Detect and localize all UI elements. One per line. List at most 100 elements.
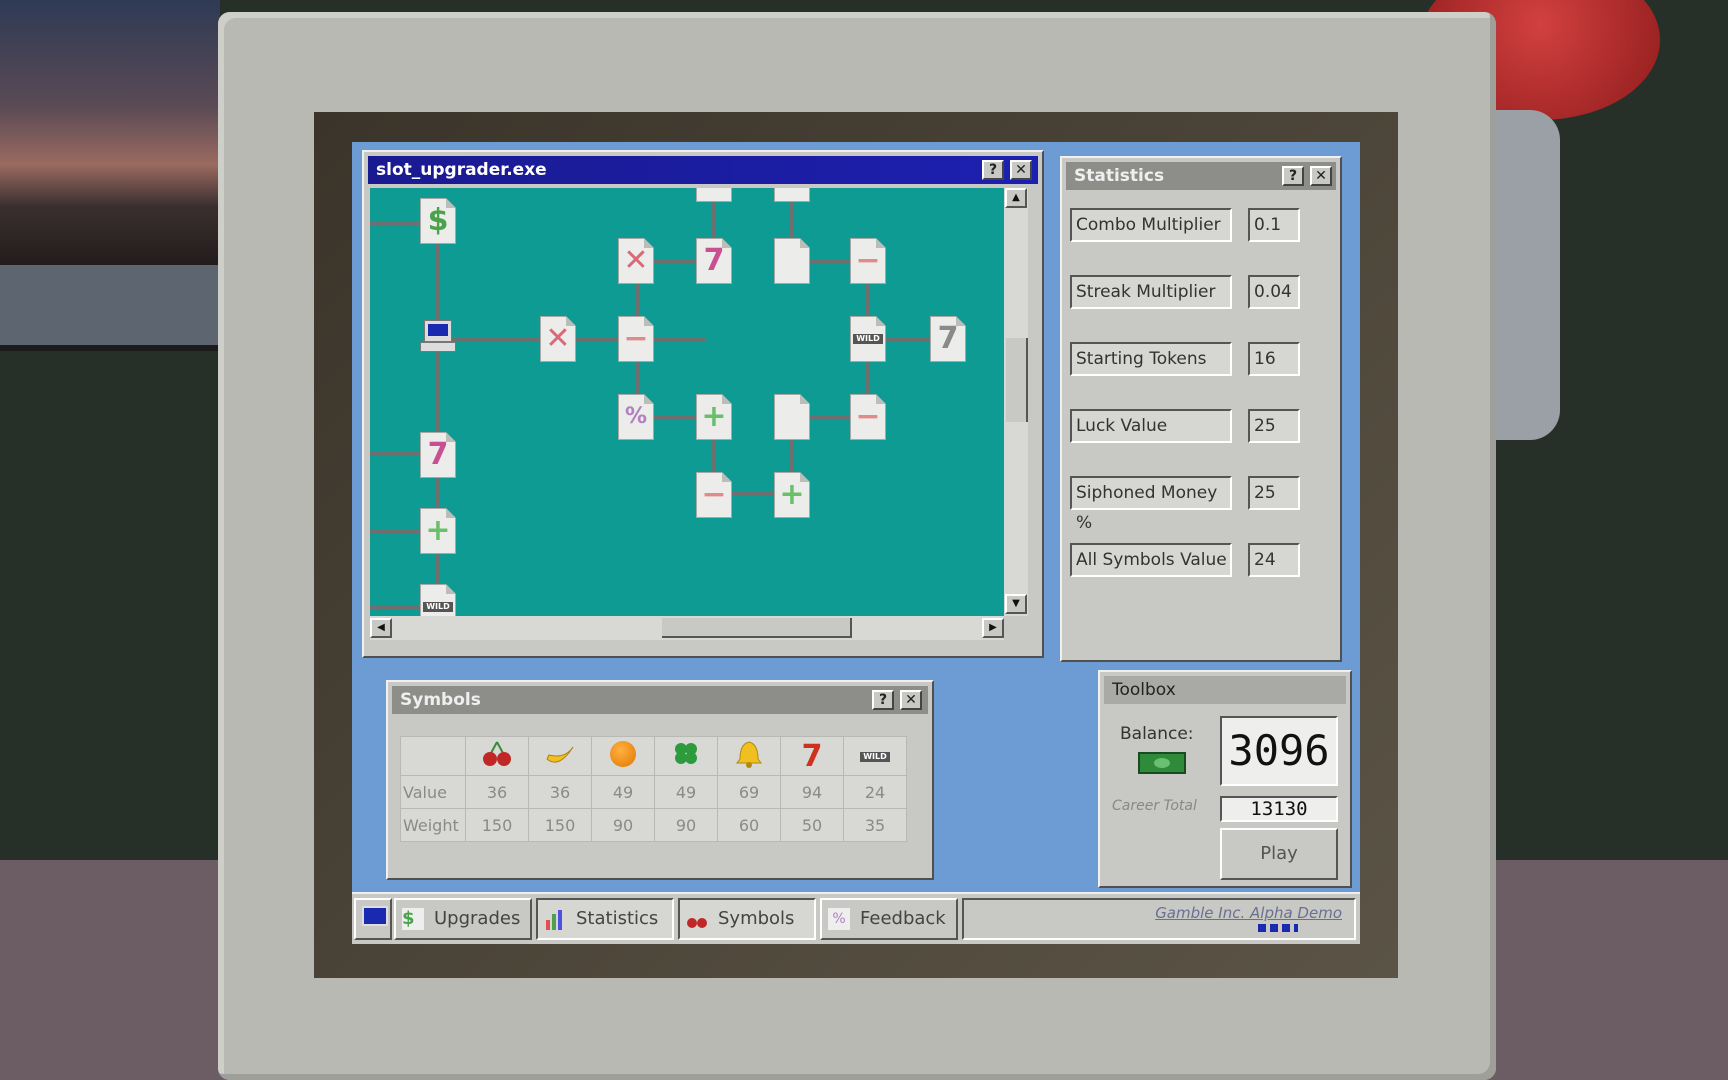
scroll-down-icon[interactable]: ▼ [1005,594,1027,614]
cash-icon [1138,752,1186,774]
slot-upgrader-window: slot_upgrader.exe ? ✕ $ 7 + WILD ✕ − ✕ 7… [362,150,1044,658]
wild-icon: WILD [860,752,890,762]
help-button[interactable]: ? [1282,166,1304,186]
balance-label: Balance: [1120,724,1194,744]
symbol-cell [528,736,592,776]
wall-poster [0,0,220,265]
close-button[interactable]: ✕ [1310,166,1332,186]
help-button[interactable]: ? [872,690,894,710]
career-total-display: 13130 [1220,796,1338,822]
slot-upgrader-titlebar[interactable]: slot_upgrader.exe ? ✕ [368,156,1038,184]
scroll-left-icon[interactable]: ◀ [370,618,392,638]
taskbar-item-label: Symbols [718,908,795,929]
statistics-title: Statistics [1074,166,1165,186]
upgrade-node-plus[interactable]: + [774,472,810,518]
vertical-scrollbar[interactable]: ▲ ▼ [1004,188,1028,616]
taskbar-item-feedback[interactable]: % Feedback [820,898,958,940]
scroll-right-icon[interactable]: ▶ [982,618,1004,638]
dollar-file-icon: $ [402,908,424,930]
value-cell: 49 [591,775,655,809]
feedback-file-icon: % [828,908,850,930]
stat-label: Combo Multiplier [1070,208,1232,242]
cherry-icon [480,741,514,773]
career-total-label: Career Total [1112,798,1197,814]
start-button[interactable] [354,898,392,940]
vertical-scroll-thumb[interactable] [1006,338,1028,422]
upgrade-node-seven[interactable]: 7 [420,432,456,478]
close-button[interactable]: ✕ [900,690,922,710]
weight-cell: 150 [465,808,529,842]
statistics-titlebar[interactable]: Statistics ? ✕ [1066,162,1336,190]
toolbox-title: Toolbox [1112,680,1176,700]
tree-link [370,452,420,456]
bar-chart-icon [544,908,566,930]
upgrade-node-minus[interactable]: − [850,238,886,284]
upgrade-node-plus[interactable]: + [774,188,810,202]
taskbar-item-label: Feedback [860,908,946,929]
upgrade-tree-canvas[interactable]: $ 7 + WILD ✕ − ✕ 7 ✕ % + − + + − WILD − … [370,188,1004,616]
upgrade-node-multiply[interactable]: ✕ [618,238,654,284]
upgrade-node-minus[interactable]: − [618,316,654,362]
value-cell: 36 [528,775,592,809]
weight-cell: 90 [591,808,655,842]
upgrade-node-plus[interactable]: + [420,508,456,554]
table-row: Value 36 36 49 49 69 94 24 [400,775,907,809]
stat-label: Siphoned Money % [1070,476,1232,533]
row-label: Value [400,775,466,809]
clover-icon [671,743,701,773]
upgrade-node-multiply[interactable]: ✕ [540,316,576,362]
symbol-cell [717,736,781,776]
tree-link [370,222,420,226]
computer-icon[interactable] [418,320,456,354]
taskbar-item-symbols[interactable]: Symbols [678,898,816,940]
weight-cell: 90 [654,808,718,842]
symbol-icon-row: 7 WILD [400,736,907,776]
balance-display: 3096 [1220,716,1338,786]
symbols-table: 7 WILD Value 36 36 49 49 69 94 24 Weight… [400,736,907,842]
play-button[interactable]: Play [1220,828,1338,880]
upgrade-node-wild[interactable]: WILD [850,316,886,362]
upgrade-node-blank[interactable] [774,238,810,284]
upgrade-node-minus[interactable]: − [696,472,732,518]
brand-text: Gamble Inc. Alpha Demo [1155,904,1342,922]
value-cell: 94 [780,775,844,809]
system-tray: Gamble Inc. Alpha Demo [962,898,1356,940]
tree-link [370,530,420,534]
taskbar-item-statistics[interactable]: Statistics [536,898,674,940]
weight-cell: 150 [528,808,592,842]
upgrade-node-multiply[interactable]: ✕ [696,188,732,202]
horizontal-scrollbar[interactable]: ◀ ▶ [370,616,1004,640]
poster-frame [0,265,220,351]
row-label: Weight [400,808,466,842]
upgrade-node-plus[interactable]: + [696,394,732,440]
stat-value: 16 [1248,342,1300,376]
upgrade-node-dollar[interactable]: $ [420,198,456,244]
value-cell: 49 [654,775,718,809]
upgrade-node-wild[interactable]: WILD [420,584,456,616]
close-button[interactable]: ✕ [1010,160,1032,180]
stat-value: 25 [1248,476,1300,510]
weight-cell: 50 [780,808,844,842]
upgrade-node-percent[interactable]: % [618,394,654,440]
symbol-cell [654,736,718,776]
stat-label: Starting Tokens [1070,342,1232,376]
upgrade-node-blank[interactable] [774,394,810,440]
upgrade-node-seven[interactable]: 7 [696,238,732,284]
bell-icon [734,741,764,773]
symbols-window: Symbols ? ✕ 7 WILD Value 36 36 49 49 69 … [386,680,934,880]
stat-value: 0.04 [1248,275,1300,309]
symbol-cell: WILD [843,736,907,776]
help-button[interactable]: ? [982,160,1004,180]
taskbar-item-upgrades[interactable]: $ Upgrades [394,898,532,940]
upgrade-node-minus[interactable]: − [850,394,886,440]
banana-icon [543,746,577,773]
symbols-titlebar[interactable]: Symbols ? ✕ [392,686,928,714]
toolbox-titlebar[interactable]: Toolbox [1104,676,1346,704]
horizontal-scroll-thumb[interactable] [662,618,852,638]
upgrade-node-seven-locked[interactable]: 7 [930,316,966,362]
symbols-title: Symbols [400,690,481,710]
symbol-cell [465,736,529,776]
taskbar-item-label: Statistics [576,908,659,929]
scroll-up-icon[interactable]: ▲ [1005,188,1027,208]
statistics-window: Statistics ? ✕ Combo Multiplier 0.1 Stre… [1060,156,1342,662]
